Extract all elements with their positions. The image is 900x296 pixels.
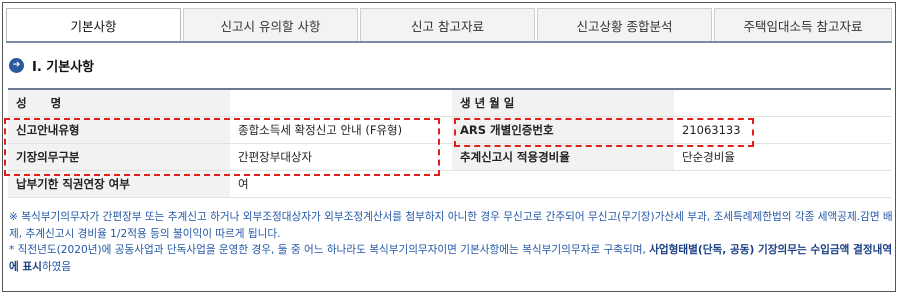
name-value: [230, 88, 452, 117]
table-row: 성 명 생 년 월 일: [8, 88, 891, 117]
empty-cell: [674, 170, 891, 198]
note-joint-business: * 직전년도(2020년)에 공동사업과 단독사업을 운영한 경우, 둘 중 어…: [9, 242, 893, 275]
empty-cell: [452, 170, 674, 198]
section-title: Ⅰ. 기본사항: [32, 60, 95, 75]
notes: ※ 복식부기의무자가 간편장부 또는 추계신고 하거나 외부조정대상자가 외부조…: [9, 209, 893, 275]
tab-filing-references[interactable]: 신고 참고자료: [360, 8, 535, 42]
tab-filing-cautions[interactable]: 신고시 유의할 사항: [183, 8, 358, 42]
name-label: 성 명: [8, 88, 230, 117]
report-panel: 기본사항 신고시 유의할 사항 신고 참고자료 신고상황 종합분석 주택임대소득…: [2, 2, 896, 292]
circle-arrow-icon: ➔: [9, 58, 24, 73]
section-heading: ➔ Ⅰ. 기본사항: [9, 56, 94, 75]
highlight-box-report-type: [4, 118, 440, 176]
tab-underline: [6, 41, 892, 43]
birth-label: 생 년 월 일: [452, 88, 674, 117]
expense-rate-label: 추계신고시 적용경비율: [452, 143, 674, 171]
note-text: 하였음: [41, 260, 72, 273]
note-text: * 직전년도(2020년)에 공동사업과 단독사업을 운영한 경우, 둘 중 어…: [9, 244, 650, 256]
tab-label: 신고상황 종합분석: [576, 19, 673, 34]
tab-bar: 기본사항 신고시 유의할 사항 신고 참고자료 신고상황 종합분석 주택임대소득…: [6, 8, 892, 42]
birth-value: [674, 88, 891, 117]
note-penalty: ※ 복식부기의무자가 간편장부 또는 추계신고 하거나 외부조정대상자가 외부조…: [9, 211, 893, 240]
tab-label: 주택임대소득 참고자료: [743, 19, 863, 34]
tab-rental-income-references[interactable]: 주택임대소득 참고자료: [714, 8, 892, 42]
tab-label: 신고시 유의할 사항: [220, 19, 321, 34]
tab-filing-analysis[interactable]: 신고상황 종합분석: [537, 8, 712, 42]
tab-basic-info[interactable]: 기본사항: [6, 8, 181, 42]
tab-label: 신고 참고자료: [411, 19, 484, 34]
tab-label: 기본사항: [70, 19, 117, 34]
highlight-box-ars: [454, 118, 754, 147]
expense-rate-value: 단순경비율: [674, 143, 891, 171]
